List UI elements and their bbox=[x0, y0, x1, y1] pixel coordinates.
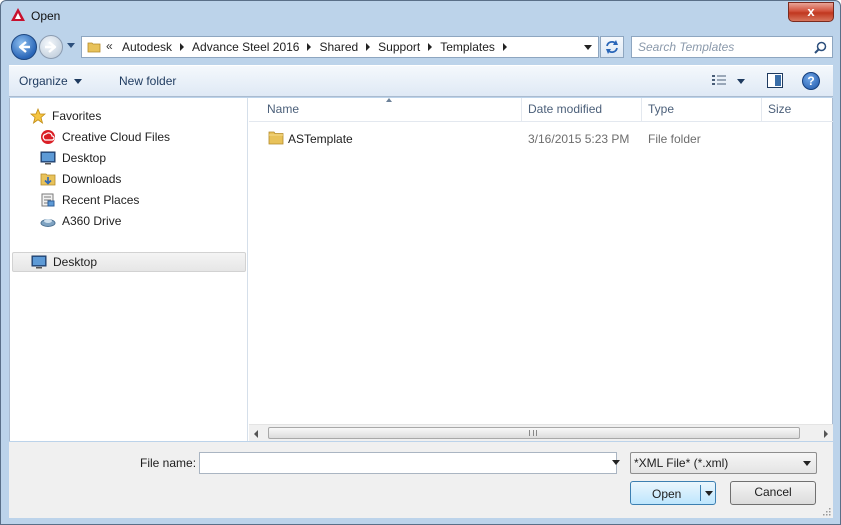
folder-icon bbox=[268, 131, 284, 145]
nav-item-creative-cloud[interactable]: Creative Cloud Files bbox=[40, 128, 170, 146]
new-folder-button[interactable]: New folder bbox=[119, 74, 176, 88]
nav-item-recent-places[interactable]: Recent Places bbox=[40, 191, 139, 209]
column-header-name[interactable]: Name bbox=[267, 102, 299, 116]
breadcrumb-templates[interactable]: Templates bbox=[440, 40, 495, 54]
chevron-down-icon bbox=[803, 461, 811, 466]
file-type-value: *XML File* (*.xml) bbox=[634, 456, 729, 470]
nav-desktop-label: Desktop bbox=[53, 255, 98, 269]
breadcrumb: Autodesk Advance Steel 2016 Shared Suppo… bbox=[122, 40, 515, 54]
breadcrumb-support[interactable]: Support bbox=[378, 40, 420, 54]
breadcrumb-autodesk[interactable]: Autodesk bbox=[122, 40, 172, 54]
close-button[interactable]: x bbox=[788, 2, 834, 22]
command-bar: Organize New folder ? bbox=[9, 65, 833, 97]
breadcrumb-shared[interactable]: Shared bbox=[319, 40, 358, 54]
nav-item-desktop[interactable]: Desktop bbox=[40, 149, 106, 167]
nav-desktop-root[interactable]: Desktop bbox=[12, 252, 246, 272]
recent-places-icon bbox=[41, 193, 55, 207]
breadcrumb-separator[interactable] bbox=[428, 43, 433, 51]
window-title: Open bbox=[31, 9, 61, 23]
refresh-button[interactable] bbox=[600, 36, 624, 58]
back-arrow-icon bbox=[18, 41, 30, 53]
downloads-icon bbox=[40, 173, 56, 186]
view-options-icon[interactable] bbox=[711, 74, 727, 88]
nav-item-label: Recent Places bbox=[62, 193, 140, 207]
forward-button[interactable] bbox=[39, 35, 63, 59]
file-type-cell: File folder bbox=[648, 132, 701, 146]
file-date-cell: 3/16/2015 5:23 PM bbox=[528, 132, 630, 146]
preview-pane-icon[interactable] bbox=[767, 73, 783, 88]
navigation-bar: « Autodesk Advance Steel 2016 Shared Sup… bbox=[9, 32, 833, 62]
desktop-icon bbox=[31, 255, 47, 269]
column-divider[interactable] bbox=[761, 98, 762, 122]
back-button[interactable] bbox=[11, 34, 37, 60]
nav-favorites[interactable]: Favorites bbox=[30, 107, 101, 125]
search-box[interactable]: Search Templates bbox=[631, 36, 833, 58]
breadcrumb-separator[interactable] bbox=[307, 43, 312, 51]
scroll-left-icon[interactable] bbox=[254, 430, 258, 438]
column-header-size[interactable]: Size bbox=[768, 102, 791, 116]
breadcrumb-separator[interactable] bbox=[180, 43, 185, 51]
chevron-down-icon bbox=[73, 78, 82, 84]
title-bar[interactable]: Open x bbox=[1, 1, 840, 31]
dialog-footer: File name: *XML File* (*.xml) Open Cance… bbox=[9, 442, 833, 518]
search-icon[interactable] bbox=[814, 41, 827, 54]
autocad-logo-icon bbox=[11, 8, 25, 21]
open-dialog: Open x « Autodesk Advance Steel 2016 Sha… bbox=[0, 0, 841, 525]
organize-label: Organize bbox=[19, 74, 68, 88]
folder-icon bbox=[87, 42, 101, 53]
file-list: Name Date modified Type Size ASTemplate … bbox=[249, 98, 833, 441]
view-dropdown-icon[interactable] bbox=[737, 79, 745, 84]
nav-item-label: A360 Drive bbox=[62, 214, 122, 228]
column-divider[interactable] bbox=[521, 98, 522, 122]
breadcrumb-advance-steel[interactable]: Advance Steel 2016 bbox=[192, 40, 299, 54]
scrollbar-thumb[interactable] bbox=[268, 427, 800, 439]
address-bar[interactable]: « Autodesk Advance Steel 2016 Shared Sup… bbox=[81, 36, 599, 58]
open-button[interactable]: Open bbox=[630, 481, 716, 505]
column-divider[interactable] bbox=[641, 98, 642, 122]
creative-cloud-icon bbox=[41, 130, 55, 144]
sort-ascending-icon bbox=[386, 98, 392, 102]
help-icon[interactable]: ? bbox=[802, 72, 820, 90]
horizontal-scrollbar[interactable] bbox=[249, 424, 833, 441]
address-overflow[interactable]: « bbox=[106, 39, 113, 53]
nav-item-label: Desktop bbox=[62, 151, 107, 165]
open-button-label: Open bbox=[652, 487, 682, 501]
search-input[interactable]: Search Templates bbox=[638, 40, 734, 54]
organize-button[interactable]: Organize bbox=[19, 74, 82, 88]
a360-drive-icon bbox=[40, 219, 56, 227]
address-dropdown-icon[interactable] bbox=[584, 45, 592, 50]
desktop-icon bbox=[40, 151, 56, 165]
breadcrumb-separator[interactable] bbox=[502, 43, 507, 51]
nav-item-label: Creative Cloud Files bbox=[62, 130, 171, 144]
grip-icon bbox=[529, 430, 537, 436]
file-name-input[interactable] bbox=[199, 452, 617, 474]
breadcrumb-separator[interactable] bbox=[366, 43, 371, 51]
history-dropdown-icon[interactable] bbox=[67, 43, 75, 48]
open-options-dropdown-icon[interactable] bbox=[705, 491, 713, 496]
nav-item-a360-drive[interactable]: A360 Drive bbox=[40, 212, 121, 230]
navigation-pane: Favorites Creative Cloud Files Desktop D… bbox=[10, 98, 248, 441]
file-name-cell: ASTemplate bbox=[288, 132, 353, 146]
nav-favorites-label: Favorites bbox=[52, 109, 102, 123]
star-icon bbox=[30, 108, 46, 124]
column-header-type[interactable]: Type bbox=[648, 102, 674, 116]
refresh-icon bbox=[606, 40, 618, 54]
scroll-right-icon[interactable] bbox=[824, 430, 828, 438]
nav-item-label: Downloads bbox=[62, 172, 122, 186]
file-type-select[interactable]: *XML File* (*.xml) bbox=[630, 452, 817, 474]
table-row[interactable]: ASTemplate 3/16/2015 5:23 PM File folder bbox=[249, 128, 833, 148]
column-header-date-modified[interactable]: Date modified bbox=[528, 102, 602, 116]
column-headers: Name Date modified Type Size bbox=[249, 98, 833, 122]
nav-item-downloads[interactable]: Downloads bbox=[40, 170, 121, 188]
file-name-label: File name: bbox=[140, 456, 197, 470]
content-area: Favorites Creative Cloud Files Desktop D… bbox=[9, 98, 833, 441]
forward-arrow-icon bbox=[45, 41, 57, 53]
open-split-divider bbox=[700, 485, 701, 501]
file-name-dropdown-icon[interactable] bbox=[612, 460, 620, 465]
cancel-button[interactable]: Cancel bbox=[730, 481, 816, 505]
resize-grip-icon[interactable] bbox=[821, 506, 831, 516]
